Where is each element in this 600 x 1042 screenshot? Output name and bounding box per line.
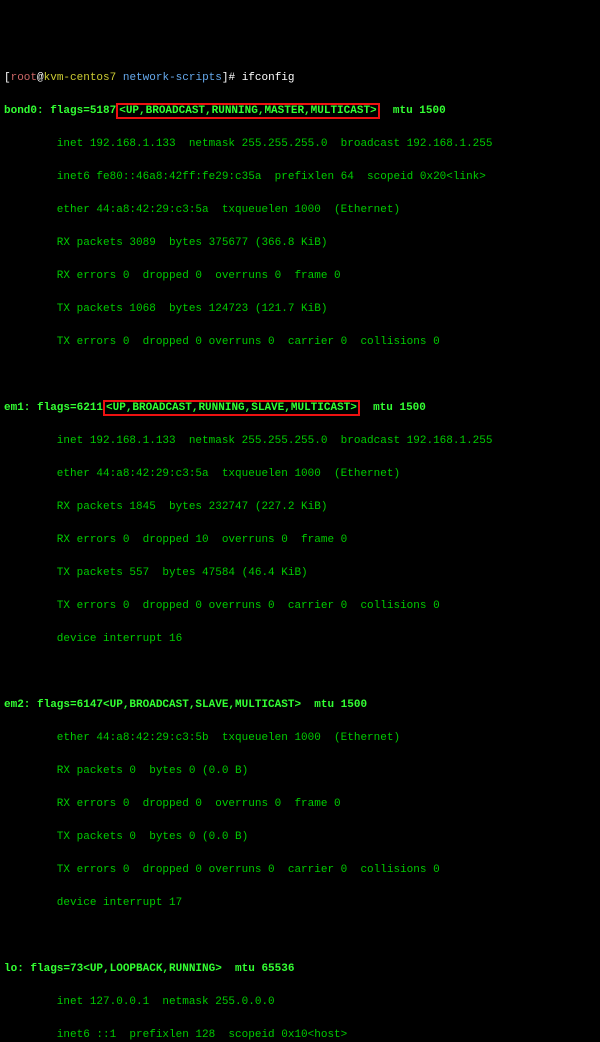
iface-bond0-header: bond0: flags=5187<UP,BROADCAST,RUNNING,M… xyxy=(4,103,596,120)
prompt-host: kvm-centos7 xyxy=(44,72,117,84)
term-text: TX errors 0 dropped 0 overruns 0 carrier… xyxy=(4,862,596,879)
blank xyxy=(4,664,596,681)
prompt-path: network-scripts xyxy=(123,72,222,84)
term-text: inet6 ::1 prefixlen 128 scopeid 0x10<hos… xyxy=(4,1027,596,1042)
term-text: RX packets 1845 bytes 232747 (227.2 KiB) xyxy=(4,499,596,516)
term-text: TX errors 0 dropped 0 overruns 0 carrier… xyxy=(4,334,596,351)
highlight-em1-flags: <UP,BROADCAST,RUNNING,SLAVE,MULTICAST> xyxy=(103,400,360,416)
term-text: inet 192.168.1.133 netmask 255.255.255.0… xyxy=(4,433,596,450)
iface-lo-header: lo: flags=73<UP,LOOPBACK,RUNNING> mtu 65… xyxy=(4,961,596,978)
term-text: inet6 fe80::46a8:42ff:fe29:c35a prefixle… xyxy=(4,169,596,186)
term-text: RX errors 0 dropped 10 overruns 0 frame … xyxy=(4,532,596,549)
iface-em1-header: em1: flags=6211<UP,BROADCAST,RUNNING,SLA… xyxy=(4,400,596,417)
term-text: ether 44:a8:42:29:c3:5a txqueuelen 1000 … xyxy=(4,466,596,483)
term-text: device interrupt 16 xyxy=(4,631,596,648)
term-text: TX errors 0 dropped 0 overruns 0 carrier… xyxy=(4,598,596,615)
term-text: device interrupt 17 xyxy=(4,895,596,912)
term-text: TX packets 1068 bytes 124723 (121.7 KiB) xyxy=(4,301,596,318)
term-text: RX errors 0 dropped 0 overruns 0 frame 0 xyxy=(4,796,596,813)
prompt-line[interactable]: [root@kvm-centos7 network-scripts]# ifco… xyxy=(4,70,596,87)
term-text: RX packets 0 bytes 0 (0.0 B) xyxy=(4,763,596,780)
blank xyxy=(4,367,596,384)
term-text: ether 44:a8:42:29:c3:5a txqueuelen 1000 … xyxy=(4,202,596,219)
term-text: inet 192.168.1.133 netmask 255.255.255.0… xyxy=(4,136,596,153)
blank xyxy=(4,928,596,945)
term-text: TX packets 557 bytes 47584 (46.4 KiB) xyxy=(4,565,596,582)
term-text: TX packets 0 bytes 0 (0.0 B) xyxy=(4,829,596,846)
term-text: RX packets 3089 bytes 375677 (366.8 KiB) xyxy=(4,235,596,252)
iface-em2-header: em2: flags=6147<UP,BROADCAST,SLAVE,MULTI… xyxy=(4,697,596,714)
prompt-user: root xyxy=(11,72,37,84)
term-text: ether 44:a8:42:29:c3:5b txqueuelen 1000 … xyxy=(4,730,596,747)
command: ifconfig xyxy=(242,72,295,84)
highlight-bond0-flags: <UP,BROADCAST,RUNNING,MASTER,MULTICAST> xyxy=(116,103,379,119)
term-text: RX errors 0 dropped 0 overruns 0 frame 0 xyxy=(4,268,596,285)
term-text: inet 127.0.0.1 netmask 255.0.0.0 xyxy=(4,994,596,1011)
